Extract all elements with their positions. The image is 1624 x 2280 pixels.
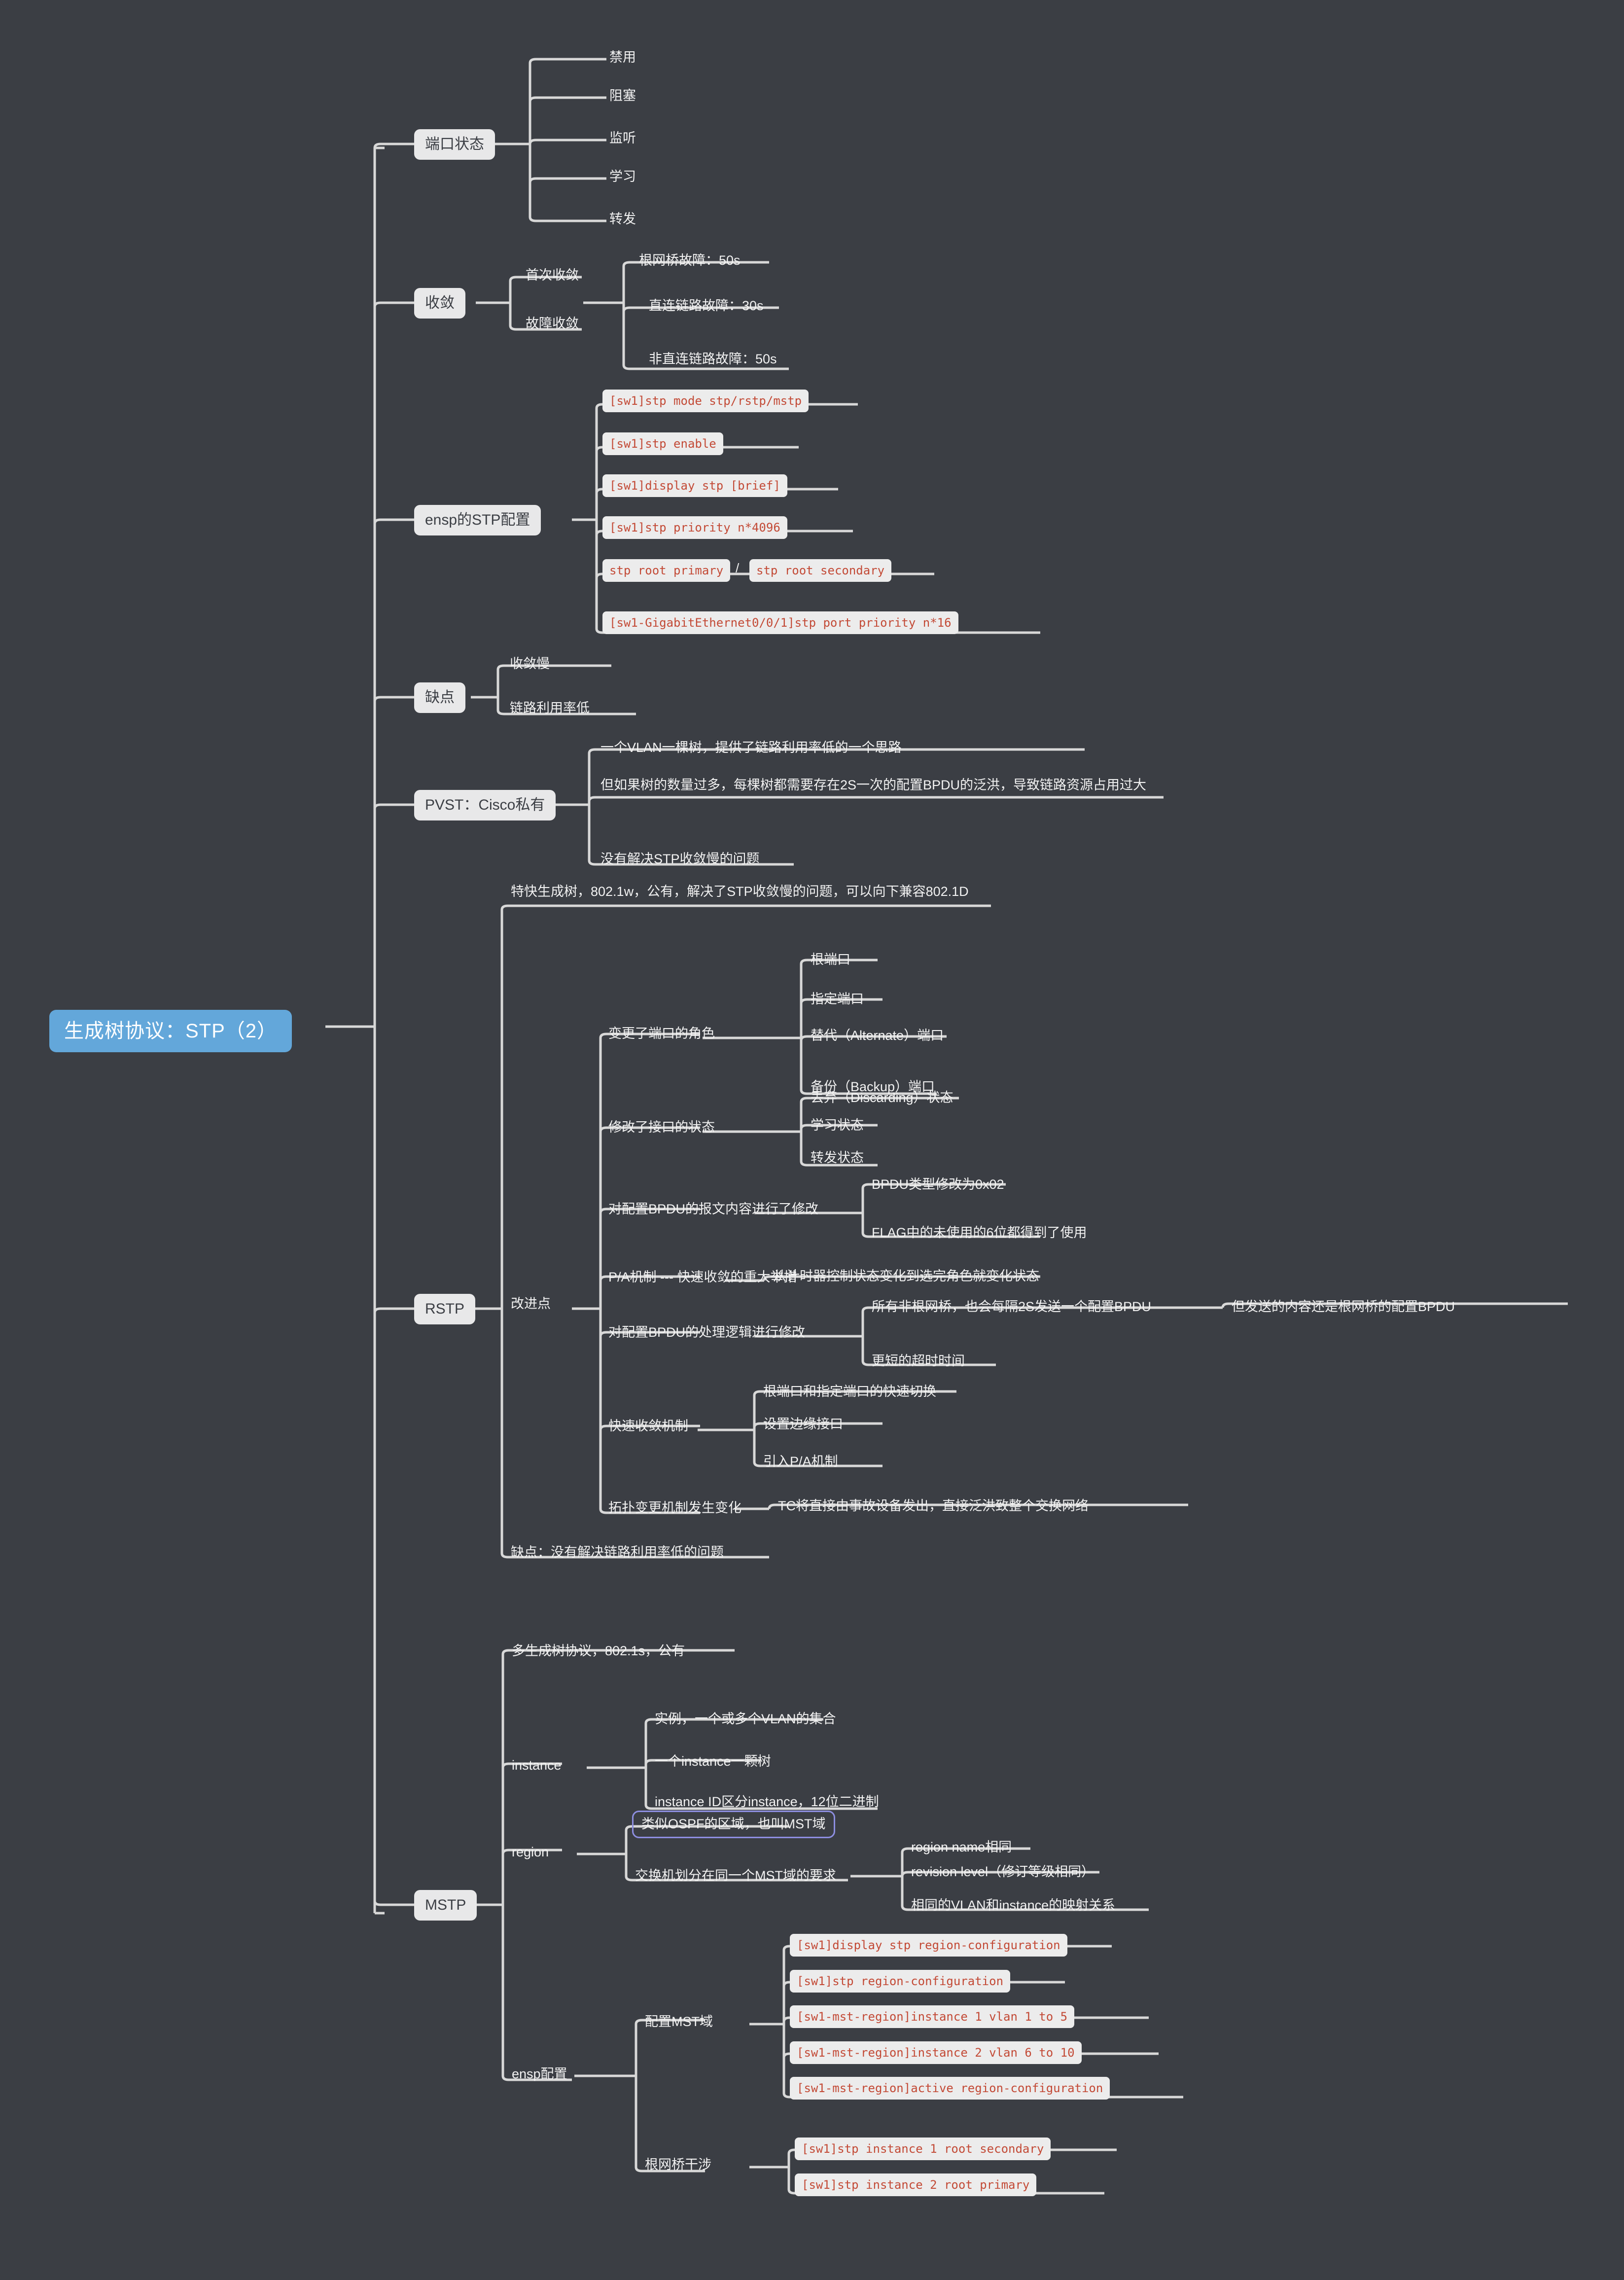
mstp-ensp-config-label[interactable]: ensp配置: [509, 2064, 570, 2085]
instance-id-12bit[interactable]: instance ID区分instance，12位二进制: [652, 1792, 882, 1813]
branch-pvst[interactable]: PVST：Cisco私有: [414, 790, 556, 820]
req-revision-level[interactable]: revision level（修订等级相同）: [908, 1862, 1097, 1883]
cmd-separator-slash: /: [736, 561, 740, 575]
rstp-imp-port-states[interactable]: 修改了接口的状态: [605, 1117, 718, 1138]
pvst-item-one-vlan-one-tree[interactable]: 一个VLAN一棵树，提供了链路利用率低的一个思路: [598, 738, 905, 758]
cmd-stp-root-secondary[interactable]: stp root secondary: [749, 559, 892, 582]
bpdu-shorter-timeout[interactable]: 更短的超时时间: [869, 1351, 968, 1372]
pvst-item-too-many-trees[interactable]: 但如果树的数量过多，每棵树都需要存在2S一次的配置BPDU的泛洪，导致链路资源占…: [598, 775, 1179, 796]
cmd-instance2-vlan[interactable]: [sw1-mst-region]instance 2 vlan 6 to 10: [790, 2041, 1082, 2064]
port-state-item-listening[interactable]: 监听: [606, 128, 639, 149]
branch-rstp[interactable]: RSTP: [414, 1294, 476, 1324]
cmd-stp-region-config[interactable]: [sw1]stp region-configuration: [790, 1970, 1011, 1993]
branch-ensp-stp-config[interactable]: ensp的STP配置: [414, 505, 541, 535]
config-mst-region-label[interactable]: 配置MST域: [642, 2012, 716, 2032]
convergence-fault[interactable]: 故障收敛: [523, 314, 582, 334]
cmd-instance1-vlan[interactable]: [sw1-mst-region]instance 1 vlan 1 to 5: [790, 2005, 1075, 2028]
pa-timer-to-role[interactable]: 从计时器控制状态变化到选完角色就变化状态: [770, 1266, 1042, 1287]
bpdu-content-still-root[interactable]: 但发送的内容还是根网桥的配置BPDU: [1229, 1297, 1458, 1318]
port-state-item-learning[interactable]: 学习: [606, 167, 639, 187]
rstp-imp-fast-convergence[interactable]: 快速收敛机制: [605, 1416, 691, 1437]
cmd-stp-enable[interactable]: [sw1]stp enable: [602, 432, 723, 455]
port-state-discarding[interactable]: 丢弃（Discarding）状态: [808, 1088, 956, 1108]
port-state-learning[interactable]: 学习状态: [808, 1115, 867, 1136]
mstp-region-label[interactable]: region: [509, 1842, 552, 1863]
branch-mstp[interactable]: MSTP: [414, 1890, 477, 1921]
instance-one-tree[interactable]: 一个instance一颗树: [652, 1751, 774, 1772]
cmd-display-region-config[interactable]: [sw1]display stp region-configuration: [790, 1934, 1067, 1957]
cmd-stp-root-primary[interactable]: stp root primary: [602, 559, 731, 582]
rstp-intro: 特快生成树，802.1w，公有，解决了STP收敛慢的问题，可以向下兼容802.1…: [511, 884, 969, 899]
tc-flood-network[interactable]: TC将直接由事故设备发出，直接泛洪致整个交换网络: [775, 1496, 1092, 1517]
fault-root-bridge[interactable]: 根网桥故障：50s: [636, 250, 743, 271]
bpdu-flag-6bits[interactable]: FLAG中的未使用的6位都得到了使用: [869, 1223, 1090, 1244]
fast-root-designated-switch[interactable]: 根端口和指定端口的快速切换: [760, 1382, 939, 1402]
cmd-stp-mode[interactable]: [sw1]stp mode stp/rstp/mstp: [602, 390, 809, 412]
port-state-item-forwarding[interactable]: 转发: [606, 209, 639, 230]
bpdu-nonroot-2s[interactable]: 所有非根网桥，也会每隔2S发送一个配置BPDU: [869, 1297, 1154, 1318]
rstp-imp-bpdu-content[interactable]: 对配置BPDU的报文内容进行了修改: [605, 1199, 821, 1220]
root-bridge-intervention-label[interactable]: 根网桥干涉: [642, 2155, 714, 2175]
port-state-forwarding[interactable]: 转发状态: [808, 1148, 867, 1169]
port-role-alternate[interactable]: 替代（Alternate）端口: [808, 1026, 947, 1046]
fault-direct-link[interactable]: 直连链路故障：30s: [646, 296, 767, 317]
rstp-drawback[interactable]: 缺点：没有解决链路利用率低的问题: [508, 1542, 727, 1563]
branch-drawbacks[interactable]: 缺点: [414, 682, 465, 713]
convergence-first[interactable]: 首次收敛: [523, 265, 582, 286]
rstp-improvements-label[interactable]: 改进点: [508, 1294, 554, 1315]
pvst-item-no-fix-for-slow-convergence[interactable]: 没有解决STP收敛慢的问题: [598, 849, 763, 870]
req-vlan-instance-mapping[interactable]: 相同的VLAN和instance的映射关系: [908, 1895, 1118, 1916]
rstp-imp-bpdu-logic[interactable]: 对配置BPDU的处理逻辑进行修改: [605, 1322, 808, 1343]
cmd-display-stp[interactable]: [sw1]display stp [brief]: [602, 474, 787, 497]
drawback-low-link-utilization[interactable]: 链路利用率低: [507, 698, 593, 719]
fault-indirect-link[interactable]: 非直连链路故障：50s: [646, 349, 780, 370]
cmd-instance2-root-primary[interactable]: [sw1]stp instance 2 root primary: [795, 2173, 1037, 2196]
port-role-root[interactable]: 根端口: [808, 950, 853, 970]
cmd-stp-priority[interactable]: [sw1]stp priority n*4096: [602, 516, 787, 539]
mindmap-canvas: 生成树协议：STP（2） 端口状态 禁用 阻塞 监听 学习 转发 收敛 首次收敛…: [0, 0, 1624, 2280]
cmd-instance1-root-secondary[interactable]: [sw1]stp instance 1 root secondary: [795, 2138, 1051, 2160]
instance-def[interactable]: 实例，一个或多个VLAN的集合: [652, 1709, 839, 1730]
drawback-slow-convergence[interactable]: 收敛慢: [507, 654, 553, 675]
cmd-stp-port-priority[interactable]: [sw1-GigabitEthernet0/0/1]stp port prior…: [602, 611, 958, 634]
port-state-item-disabled[interactable]: 禁用: [606, 47, 639, 68]
mstp-intro: 多生成树协议，802.1s，公有: [512, 1643, 685, 1658]
port-state-item-blocking[interactable]: 阻塞: [606, 86, 639, 107]
mstp-instance-label[interactable]: instance: [509, 1755, 565, 1776]
root-node[interactable]: 生成树协议：STP（2）: [49, 1010, 292, 1052]
port-role-designated[interactable]: 指定端口: [808, 989, 867, 1010]
branch-port-state[interactable]: 端口状态: [414, 129, 495, 160]
rstp-imp-port-roles[interactable]: 变更了端口的角色: [605, 1024, 718, 1044]
bpdu-type-0x02[interactable]: BPDU类型修改为0x02: [869, 1175, 1007, 1195]
region-like-ospf-area[interactable]: 类似OSPF的区域，也叫MST域: [632, 1811, 835, 1838]
fast-pa-mechanism[interactable]: 引入P/A机制: [760, 1452, 841, 1472]
region-same-domain-requirements[interactable]: 交换机划分在同一个MST域的要求: [632, 1866, 839, 1887]
rstp-imp-topology-change[interactable]: 拓扑变更机制发生变化: [605, 1498, 744, 1519]
req-region-name[interactable]: region name相同: [908, 1837, 1015, 1858]
cmd-active-region-config[interactable]: [sw1-mst-region]active region-configurat…: [790, 2077, 1110, 2100]
fast-edge-port[interactable]: 设置边缘接口: [760, 1414, 846, 1435]
branch-convergence[interactable]: 收敛: [414, 288, 465, 319]
